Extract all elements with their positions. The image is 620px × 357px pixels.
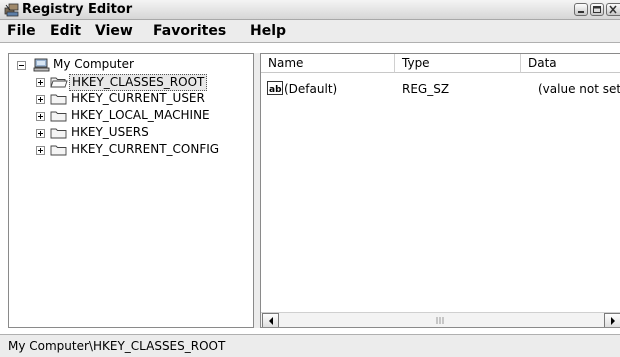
scroll-right-button[interactable]	[604, 313, 620, 327]
collapse-icon[interactable]	[17, 61, 26, 70]
value-data-cell: (value not set)	[538, 82, 620, 96]
expand-icon[interactable]	[36, 129, 45, 138]
tree-key-hkey-users[interactable]: HKEY_USERS	[9, 125, 249, 141]
arrow-right-icon	[611, 317, 615, 325]
close-icon	[609, 5, 617, 14]
folder-icon	[50, 94, 67, 105]
expand-icon[interactable]	[36, 78, 45, 87]
folder-icon	[50, 111, 67, 122]
minimize-icon	[578, 11, 584, 13]
key-tree-pane[interactable]: My Computer HKEY_CLASSES_ROOT HKEY_CURRE…	[8, 53, 254, 328]
menu-help[interactable]: Help	[250, 23, 286, 39]
tree-key-label[interactable]: HKEY_CLASSES_ROOT	[69, 74, 208, 91]
title-bar[interactable]: Registry Editor	[0, 0, 620, 20]
expand-icon[interactable]	[36, 95, 45, 104]
horizontal-scrollbar[interactable]	[261, 312, 620, 327]
menu-bar: File Edit View Favorites Help	[0, 20, 620, 43]
folder-icon	[50, 145, 67, 156]
column-header-data[interactable]: Data	[521, 54, 620, 73]
tree-root-label[interactable]: My Computer	[51, 57, 136, 72]
column-header-name[interactable]: Name	[261, 54, 395, 73]
arrow-left-icon	[269, 317, 273, 325]
tree-root-my-computer[interactable]: My Computer	[9, 57, 249, 73]
tree-key-label[interactable]: HKEY_CURRENT_USER	[69, 91, 207, 106]
computer-icon	[33, 58, 50, 72]
registry-editor-icon	[4, 3, 19, 17]
svg-text:ab: ab	[269, 85, 282, 95]
maximize-icon	[593, 6, 601, 13]
folder-icon	[50, 128, 67, 139]
value-list-pane[interactable]: Name Type Data ab (Default) REG_SZ (valu…	[260, 53, 620, 328]
menu-file[interactable]: File	[7, 23, 36, 39]
tree-key-hkey-current-user[interactable]: HKEY_CURRENT_USER	[9, 91, 249, 107]
tree-key-label[interactable]: HKEY_CURRENT_CONFIG	[69, 142, 221, 157]
value-type-cell: REG_SZ	[402, 82, 450, 96]
menu-favorites[interactable]: Favorites	[153, 23, 226, 39]
status-bar: My Computer\HKEY_CLASSES_ROOT	[0, 334, 620, 357]
close-button[interactable]	[606, 3, 620, 16]
tree-key-label[interactable]: HKEY_USERS	[69, 125, 151, 140]
window-title: Registry Editor	[22, 2, 133, 17]
expand-icon[interactable]	[36, 146, 45, 155]
expand-icon[interactable]	[36, 112, 45, 121]
column-header-type[interactable]: Type	[395, 54, 521, 73]
minimize-button[interactable]	[574, 3, 588, 16]
maximize-button[interactable]	[590, 3, 604, 16]
menu-edit[interactable]: Edit	[50, 23, 81, 39]
status-path: My Computer\HKEY_CLASSES_ROOT	[8, 339, 226, 353]
tree-key-hkey-current-config[interactable]: HKEY_CURRENT_CONFIG	[9, 142, 249, 158]
menu-view[interactable]: View	[95, 23, 133, 39]
tree-key-hkey-classes-root[interactable]: HKEY_CLASSES_ROOT	[9, 74, 249, 91]
string-value-icon: ab	[267, 81, 283, 95]
scroll-left-button[interactable]	[262, 313, 279, 327]
tree-key-label[interactable]: HKEY_LOCAL_MACHINE	[69, 108, 212, 123]
value-name-cell: (Default)	[284, 82, 338, 96]
folder-open-icon	[50, 77, 68, 88]
tree-key-hkey-local-machine[interactable]: HKEY_LOCAL_MACHINE	[9, 108, 249, 124]
list-row[interactable]: ab (Default) REG_SZ (value not set)	[261, 81, 620, 99]
scroll-grip-icon	[436, 317, 444, 324]
